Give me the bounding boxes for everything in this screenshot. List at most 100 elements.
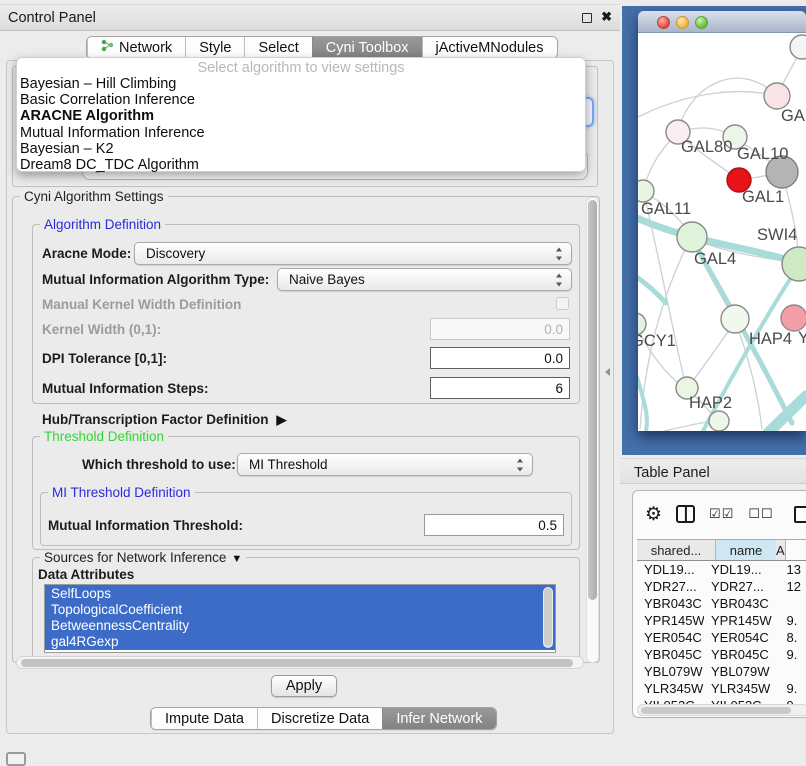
table-row[interactable]: YBL079W YBL079W xyxy=(637,663,806,680)
network-node[interactable] xyxy=(782,247,806,281)
cyni-bottom-tab[interactable]: Infer Network xyxy=(382,708,495,729)
export-table-icon[interactable] xyxy=(794,506,806,523)
dropdown-item[interactable]: Mutual Information Inference xyxy=(17,125,585,141)
table-row[interactable]: YER054C YER054C 8. xyxy=(637,629,806,646)
cell-name: YDL19... xyxy=(704,561,780,578)
cell-value: 8. xyxy=(780,629,806,646)
splitter-collapse-icon[interactable] xyxy=(605,368,610,376)
table-row[interactable]: YDL19... YDL19... 13 xyxy=(637,561,806,578)
network-node[interactable] xyxy=(790,35,806,59)
attribute-item-selected[interactable]: BetweennessCentrality xyxy=(45,617,555,633)
hub-definition-toggle[interactable]: Hub/Transcription Factor Definition▶ xyxy=(42,412,287,428)
table-column-header[interactable]: shared... xyxy=(637,540,716,560)
mi-type-combo[interactable]: Naive Bayes xyxy=(277,268,572,291)
zoom-window-icon[interactable] xyxy=(695,16,708,29)
network-edge[interactable] xyxy=(640,421,712,431)
table-column-header[interactable]: A xyxy=(776,540,786,560)
table-row[interactable]: YPR145W YPR145W 9. xyxy=(637,612,806,629)
tab-label: Infer Network xyxy=(396,711,482,727)
columns-icon[interactable] xyxy=(676,505,695,523)
dropdown-item[interactable]: Bayesian – Hill Climbing xyxy=(17,76,585,92)
dpi-tolerance-value: 0.0 xyxy=(544,351,563,366)
sources-group-title[interactable]: Sources for Network Inference▼ xyxy=(40,550,246,565)
network-node[interactable] xyxy=(764,83,790,109)
close-window-icon[interactable] xyxy=(657,16,670,29)
mi-steps-field[interactable]: 6 xyxy=(430,377,570,399)
table-column-header[interactable]: name xyxy=(716,540,776,560)
data-attributes-list[interactable]: SelfLoops TopologicalCoefficient Between… xyxy=(44,584,556,653)
network-edge-highlighted[interactable] xyxy=(638,377,647,431)
control-panel-tab[interactable]: Cyni Toolbox xyxy=(312,37,422,58)
dpi-tolerance-field[interactable]: 0.0 xyxy=(430,347,570,369)
mi-threshold-field[interactable]: 0.5 xyxy=(424,514,564,536)
network-node-label: GAL4 xyxy=(694,250,736,268)
cyni-bottom-tab[interactable]: Discretize Data xyxy=(257,708,382,729)
control-panel: Control Panel ✖ Network Style Select Cyn… xyxy=(0,0,620,762)
settings-horizontal-scrollbar-thumb[interactable] xyxy=(21,659,573,667)
settings-scrollbar-thumb[interactable] xyxy=(588,200,597,600)
apply-button[interactable]: Apply xyxy=(271,675,337,697)
dropdown-item-label: Mutual Information Inference xyxy=(20,125,205,141)
cell-shared-name: YDR27... xyxy=(637,578,704,595)
cyni-bottom-tabs: Impute Data Discretize Data Infer Networ… xyxy=(150,707,497,730)
expand-right-icon[interactable]: ▶ xyxy=(277,412,287,428)
attribute-item-selected[interactable]: TopologicalCoefficient xyxy=(45,601,555,617)
gear-icon[interactable]: ⚙ xyxy=(645,505,662,524)
table-panel: Table Panel ⚙ ☑☑ ☐☐ shared... name xyxy=(620,455,806,762)
table-row[interactable]: YBR045C YBR045C 9. xyxy=(637,646,806,663)
select-all-columns-icon[interactable]: ☑☑ xyxy=(709,506,734,522)
table-horizontal-scrollbar[interactable] xyxy=(637,704,806,716)
dropdown-item-label: Dream8 DC_TDC Algorithm xyxy=(20,157,199,173)
minimize-window-icon[interactable] xyxy=(676,16,689,29)
deselect-all-columns-icon[interactable]: ☐☐ xyxy=(748,506,773,522)
table-row[interactable]: YLR345W YLR345W 9. xyxy=(637,680,806,697)
mi-threshold-group-title: MI Threshold Definition xyxy=(48,485,195,500)
mi-steps-label: Mutual Information Steps: xyxy=(42,381,209,396)
attribute-list-scrollbar[interactable] xyxy=(543,587,553,648)
cell-name: YPR145W xyxy=(704,612,780,629)
network-node[interactable] xyxy=(709,411,729,431)
close-panel-icon[interactable]: ✖ xyxy=(601,9,612,25)
network-window-titlebar[interactable] xyxy=(638,11,806,33)
control-panel-tab[interactable]: jActiveMNodules xyxy=(422,37,557,58)
kernel-width-field[interactable]: 0.0 xyxy=(430,318,570,340)
manual-kernel-checkbox[interactable] xyxy=(556,297,569,310)
attribute-list-scrollbar-thumb[interactable] xyxy=(544,588,552,646)
network-edge-highlighted[interactable] xyxy=(768,396,806,431)
control-panel-tab[interactable]: Select xyxy=(244,37,311,58)
table-row[interactable]: YBR043C YBR043C xyxy=(637,595,806,612)
attribute-item-selected[interactable]: gal4RGexp xyxy=(45,634,555,650)
network-node[interactable] xyxy=(781,305,806,331)
dropdown-item[interactable]: Bayesian – K2 xyxy=(17,141,585,157)
dropdown-item[interactable]: Basic Correlation Inference xyxy=(17,92,585,108)
settings-horizontal-scrollbar[interactable] xyxy=(16,656,584,669)
network-edge[interactable] xyxy=(678,78,777,131)
network-node[interactable] xyxy=(677,222,707,252)
network-node-label: SWI4 xyxy=(757,226,797,244)
table-row[interactable]: YDR27... YDR27... 12 xyxy=(637,578,806,595)
control-panel-tab[interactable]: Style xyxy=(185,37,244,58)
combo-arrows-icon xyxy=(555,247,564,260)
cell-value: 9. xyxy=(780,612,806,629)
column-header-label: A xyxy=(776,543,785,558)
dropdown-item[interactable]: ARACNE Algorithm xyxy=(17,108,585,124)
tab-label: jActiveMNodules xyxy=(436,40,544,56)
dpi-tolerance-label: DPI Tolerance [0,1]: xyxy=(42,351,167,366)
aracne-mode-combo[interactable]: Discovery xyxy=(134,242,572,265)
table-horizontal-scrollbar-thumb[interactable] xyxy=(641,707,791,714)
collapse-down-icon[interactable]: ▼ xyxy=(231,553,242,565)
network-node[interactable] xyxy=(638,180,654,202)
control-panel-tab[interactable]: Network xyxy=(87,37,185,58)
attribute-item-selected[interactable]: SelfLoops xyxy=(45,585,555,601)
minimized-panel-icon[interactable] xyxy=(6,752,26,766)
dropdown-item[interactable]: Dream8 DC_TDC Algorithm xyxy=(17,157,585,173)
network-node[interactable] xyxy=(721,305,749,333)
float-window-icon[interactable] xyxy=(582,13,592,23)
aracne-mode-value: Discovery xyxy=(146,246,205,261)
network-edge[interactable] xyxy=(638,92,776,117)
cell-shared-name: YBL079W xyxy=(637,663,704,680)
network-canvas[interactable]: GALGAL80GAL10GAL1GAL11SWI4GAL4GCY1HAP4YH… xyxy=(638,33,806,431)
which-threshold-combo[interactable]: MI Threshold xyxy=(237,453,533,476)
settings-scrollbar[interactable] xyxy=(586,197,599,663)
cyni-bottom-tab[interactable]: Impute Data xyxy=(151,708,257,729)
